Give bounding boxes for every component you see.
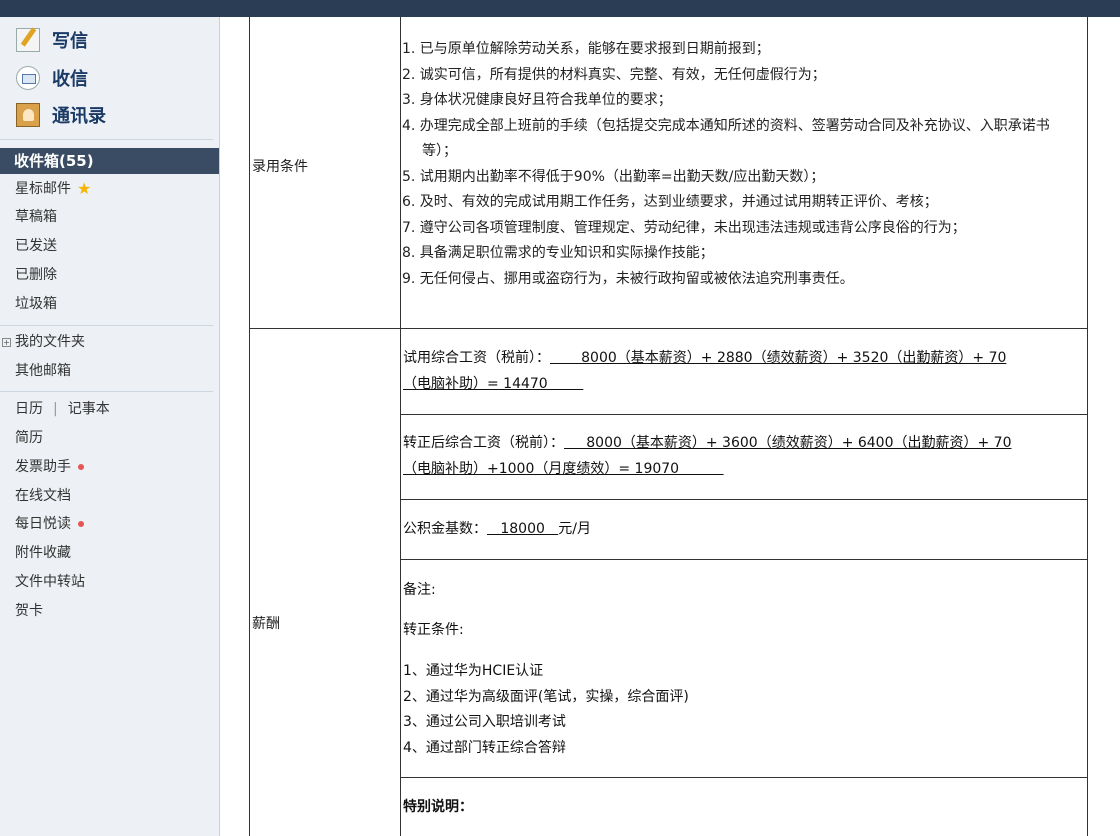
probation-prefix: 试用综合工资（税前）： xyxy=(403,350,550,366)
fund-value: 18000 xyxy=(487,521,559,537)
daily-read-label: 每日悦读 xyxy=(15,516,71,532)
probation-line2: （电脑补助）= 14470 xyxy=(403,375,584,392)
housing-fund: 公积金基数： 18000 元/月 xyxy=(403,517,591,543)
table-border xyxy=(400,559,1088,560)
table-border xyxy=(400,777,1088,778)
list-item: 2、通过华为高级面评(笔试，实操，综合面评) xyxy=(403,688,689,705)
write-mail-button[interactable]: 写信 xyxy=(16,25,88,55)
envelope-icon xyxy=(16,66,40,90)
sidebar-item-inbox[interactable]: 收件箱(55) xyxy=(0,148,219,174)
divider xyxy=(0,139,213,140)
notification-dot-icon xyxy=(78,521,84,527)
sidebar: 写信 收信 通讯录 收件箱(55) 星标邮件 ★ 草稿箱 已发送 已删除 垃圾箱… xyxy=(0,17,220,836)
sidebar-item-calendar-row: 日历 | 记事本 xyxy=(15,399,110,419)
table-border xyxy=(249,17,250,836)
sidebar-item-starred[interactable]: 星标邮件 ★ xyxy=(15,179,91,199)
divider xyxy=(0,325,213,326)
regular-salary: 转正后综合工资（税前）： 8000（基本薪资）+ 3600（绩效薪资）+ 640… xyxy=(403,431,1085,482)
table-border xyxy=(249,328,1088,329)
regular-line2: （电脑补助）+1000（月度绩效）= 19070 xyxy=(403,460,724,477)
regular-prefix: 转正后综合工资（税前）： xyxy=(403,435,564,451)
divider xyxy=(0,391,213,392)
notebook-link[interactable]: 记事本 xyxy=(68,399,110,419)
sidebar-item-deleted[interactable]: 已删除 xyxy=(15,265,57,285)
write-label: 写信 xyxy=(52,31,88,52)
conditions-list: 1. 已与原单位解除劳动关系，能够在要求报到日期前报到； 2. 诚实可信，所有提… xyxy=(402,37,1084,292)
table-border xyxy=(400,414,1088,415)
sidebar-item-spam[interactable]: 垃圾箱 xyxy=(15,294,57,314)
contacts-label: 通讯录 xyxy=(52,106,106,127)
probation-salary: 试用综合工资（税前）： 8000（基本薪资）+ 2880（绩效薪资）+ 3520… xyxy=(403,346,1083,397)
sidebar-item-drafts[interactable]: 草稿箱 xyxy=(15,207,57,227)
starred-label: 星标邮件 xyxy=(15,181,71,197)
table-border xyxy=(400,499,1088,500)
fund-suffix: 元/月 xyxy=(558,521,591,537)
list-item: 4、通过部门转正综合答辩 xyxy=(403,739,566,756)
table-border xyxy=(1087,17,1088,836)
notification-dot-icon xyxy=(78,464,84,470)
list-item: 6. 及时、有效的完成试用期工作任务，达到业绩要求，并通过试用期转正评价、考核； xyxy=(402,194,938,210)
list-item: 5. 试用期内出勤率不得低于90%（出勤率=出勤天数/应出勤天数）； xyxy=(402,168,825,185)
regular-line1: 8000（基本薪资）+ 3600（绩效薪资）+ 6400（出勤薪资）+ 70 xyxy=(564,435,1012,451)
sidebar-item-attachments[interactable]: 附件收藏 xyxy=(15,543,71,563)
employment-label: 录用条件 xyxy=(252,159,308,175)
regular-conditions-list: 1、通过华为HCIE认证 2、通过华为高级面评(笔试，实操，综合面评) 3、通过… xyxy=(403,659,689,761)
salary-label: 薪酬 xyxy=(252,616,280,632)
sidebar-item-transfer[interactable]: 文件中转站 xyxy=(15,572,85,592)
top-bar xyxy=(0,0,1120,17)
list-item: 1. 已与原单位解除劳动关系，能够在要求报到日期前报到； xyxy=(402,41,770,57)
sidebar-item-sent[interactable]: 已发送 xyxy=(15,236,57,256)
special-note: 特别说明： xyxy=(403,799,473,815)
fund-prefix: 公积金基数： xyxy=(403,521,487,537)
star-icon: ★ xyxy=(77,179,92,198)
list-item: 3、通过公司入职培训考试 xyxy=(403,714,566,730)
contacts-icon xyxy=(16,103,40,127)
contacts-button[interactable]: 通讯录 xyxy=(16,100,106,130)
separator: | xyxy=(53,401,58,417)
list-item: 1、通过华为HCIE认证 xyxy=(403,663,544,679)
expand-icon[interactable]: + xyxy=(2,338,11,347)
list-item: 4. 办理完成全部上班前的手续（包括提交完成本通知所述的资料、签署劳动合同及补充… xyxy=(402,117,1050,160)
calendar-link[interactable]: 日历 xyxy=(15,399,43,419)
list-item: 3. 身体状况健康良好且符合我单位的要求； xyxy=(402,92,672,108)
sidebar-item-my-folders[interactable]: 我的文件夹 xyxy=(15,332,85,352)
sidebar-item-docs[interactable]: 在线文档 xyxy=(15,486,71,506)
sidebar-item-cards[interactable]: 贺卡 xyxy=(15,601,43,621)
probation-line1: 8000（基本薪资）+ 2880（绩效薪资）+ 3520（出勤薪资）+ 70 xyxy=(550,350,1007,366)
sidebar-item-resume[interactable]: 简历 xyxy=(15,428,43,448)
list-item: 2. 诚实可信，所有提供的材料真实、完整、有效，无任何虚假行为； xyxy=(402,66,826,83)
table-border xyxy=(400,17,401,836)
sidebar-item-invoice[interactable]: 发票助手 xyxy=(15,457,84,477)
list-item: 9. 无任何侵占、挪用或盗窃行为，未被行政拘留或被依法追究刑事责任。 xyxy=(402,270,854,287)
list-item: 7. 遵守公司各项管理制度、管理规定、劳动纪律，未出现违法违规或违背公序良俗的行… xyxy=(402,219,966,236)
receive-label: 收信 xyxy=(52,69,88,90)
sidebar-item-other-mailbox[interactable]: 其他邮箱 xyxy=(15,361,71,381)
invoice-label: 发票助手 xyxy=(15,459,71,475)
sidebar-item-daily-read[interactable]: 每日悦读 xyxy=(15,514,84,534)
remark: 备注: xyxy=(403,582,436,598)
pencil-icon xyxy=(16,28,40,52)
regular-conditions-title: 转正条件: xyxy=(403,622,464,638)
list-item: 8. 具备满足职位需求的专业知识和实际操作技能； xyxy=(402,245,714,261)
receive-mail-button[interactable]: 收信 xyxy=(16,63,88,93)
